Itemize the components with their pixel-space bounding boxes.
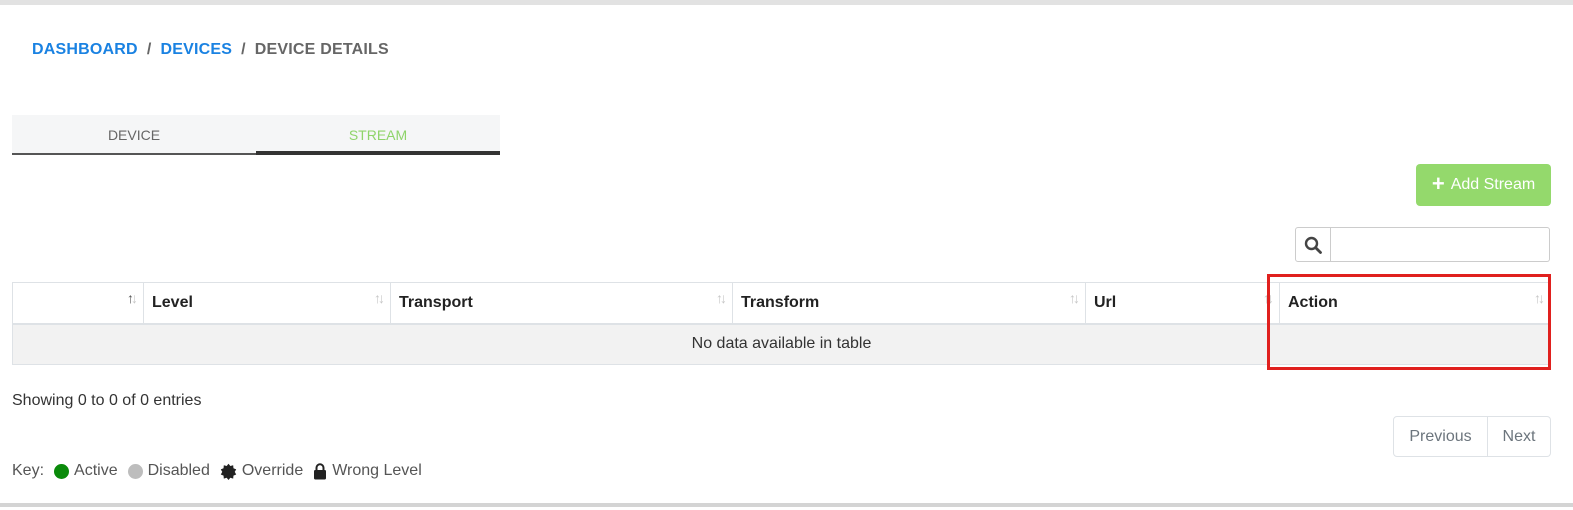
legend-item-wrong-level: Wrong Level [313, 462, 422, 480]
legend: Key: Active Disabled Override Wrong Leve… [12, 462, 422, 480]
window-top-border [0, 0, 1573, 5]
breadcrumb-separator: / [146, 41, 152, 58]
sort-icon: ↑↓ [1069, 290, 1080, 306]
breadcrumb: DASHBOARD / DEVICES / DEVICE DETAILS [32, 41, 389, 59]
search-icon [1304, 236, 1322, 254]
sort-icon: ↑↓ [374, 290, 385, 306]
add-stream-button[interactable]: + Add Stream [1416, 164, 1551, 206]
previous-button[interactable]: Previous [1393, 416, 1488, 457]
sort-icon: ↑↓ [127, 290, 138, 306]
legend-label: Key: [12, 462, 45, 479]
search-bar [1295, 227, 1550, 262]
sort-icon: ↑↓ [716, 290, 727, 306]
search-input[interactable] [1331, 227, 1550, 262]
window-bottom-border [0, 503, 1573, 507]
column-header-level[interactable]: Level ↑↓ [143, 282, 391, 325]
column-label: Transport [399, 293, 473, 311]
legend-item-label: Disabled [147, 462, 210, 479]
plus-icon: + [1431, 171, 1445, 196]
legend-item-label: Wrong Level [332, 462, 422, 479]
search-button[interactable] [1295, 227, 1331, 262]
lock-icon [314, 462, 327, 479]
next-button[interactable]: Next [1488, 416, 1551, 457]
breadcrumb-dashboard-link[interactable]: DASHBOARD [32, 41, 138, 58]
tab-stream[interactable]: STREAM [256, 115, 500, 155]
legend-item-disabled: Disabled [127, 462, 210, 480]
breadcrumb-current: DEVICE DETAILS [254, 41, 389, 58]
legend-item-label: Override [241, 462, 304, 479]
breadcrumb-devices-link[interactable]: DEVICES [160, 41, 232, 58]
column-label: Level [152, 293, 193, 311]
column-header-transport[interactable]: Transport ↑↓ [390, 282, 733, 325]
add-stream-label: Add Stream [1450, 176, 1536, 193]
column-header-transform[interactable]: Transform ↑↓ [732, 282, 1086, 325]
column-header-select[interactable]: ↑↓ [12, 282, 144, 325]
pagination: Previous Next [1393, 416, 1551, 457]
badge-icon [220, 463, 237, 480]
column-label: Transform [741, 293, 820, 311]
green-dot-icon [54, 463, 70, 479]
table-info: Showing 0 to 0 of 0 entries [12, 392, 202, 409]
tab-device[interactable]: DEVICE [12, 115, 256, 155]
column-header-url[interactable]: Url ↑↓ [1085, 282, 1280, 325]
legend-item-active: Active [54, 462, 118, 480]
legend-item-override: Override [220, 462, 303, 480]
breadcrumb-separator: / [241, 41, 246, 58]
action-column-highlight [1267, 274, 1551, 370]
column-label: Url [1094, 293, 1117, 311]
grey-dot-icon [127, 463, 143, 479]
tab-bar: DEVICE STREAM [12, 115, 500, 155]
legend-item-label: Active [74, 462, 118, 479]
